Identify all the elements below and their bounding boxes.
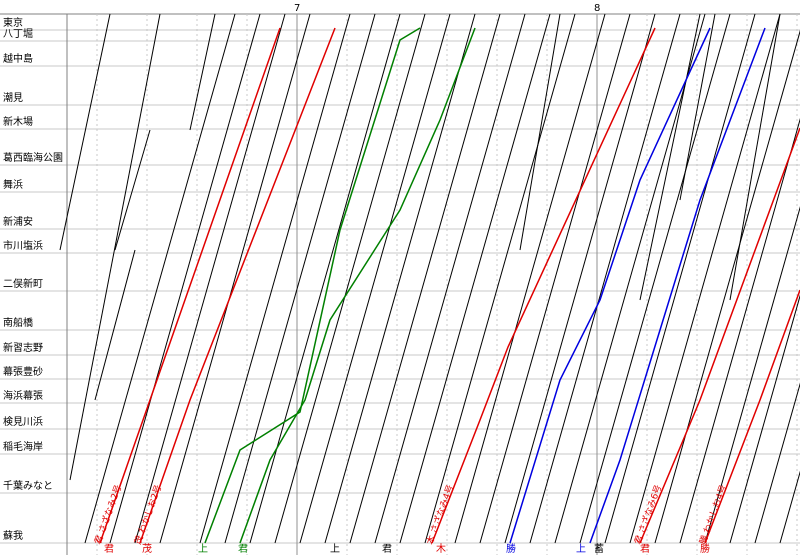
end-station-label: 蓄 (594, 543, 604, 555)
station-label: 新習志野 (3, 341, 43, 354)
end-station-label: 茂 (142, 542, 152, 555)
end-station-label: 君 (238, 543, 248, 555)
end-station-label: 勝 (700, 542, 710, 555)
station-label: 東京 (3, 16, 23, 29)
station-label: 検見川浜 (3, 415, 43, 428)
station-label: 舞浜 (3, 179, 23, 191)
station-label: 新浦安 (3, 215, 33, 228)
station-label: 八丁堀 (3, 28, 33, 40)
station-label: 越中島 (3, 52, 33, 65)
end-station-label: 君 (104, 543, 114, 555)
station-label: 海浜幕張 (3, 389, 43, 402)
hour-label: 8 (594, 3, 600, 14)
station-label: 新木場 (3, 115, 33, 128)
station-label: 千葉みなと (3, 479, 53, 492)
end-station-label: 木 (436, 543, 446, 555)
station-label: 二俣新町 (3, 277, 43, 290)
hour-label: 7 (294, 3, 300, 14)
end-station-label: 勝 (506, 542, 516, 555)
station-label: 幕張豊砂 (3, 365, 43, 378)
station-label: 潮見 (3, 91, 23, 104)
station-label: 葛西臨海公園 (3, 151, 63, 164)
end-station-label: 上 (330, 543, 340, 555)
end-station-label: 上 (198, 543, 208, 555)
end-station-label: 君 (640, 543, 650, 555)
station-label: 市川塩浜 (3, 239, 43, 252)
train-diagram-chart: 東京八丁堀越中島潮見新木場葛西臨海公園舞浜新浦安市川塩浜二俣新町南船橋新習志野幕… (0, 0, 800, 555)
station-label: 稲毛海岸 (3, 440, 43, 453)
station-label: 南船橋 (3, 316, 33, 329)
end-station-label: 君 (382, 543, 392, 555)
station-label: 蘇我 (3, 529, 23, 542)
end-station-label: 上 (576, 543, 586, 555)
